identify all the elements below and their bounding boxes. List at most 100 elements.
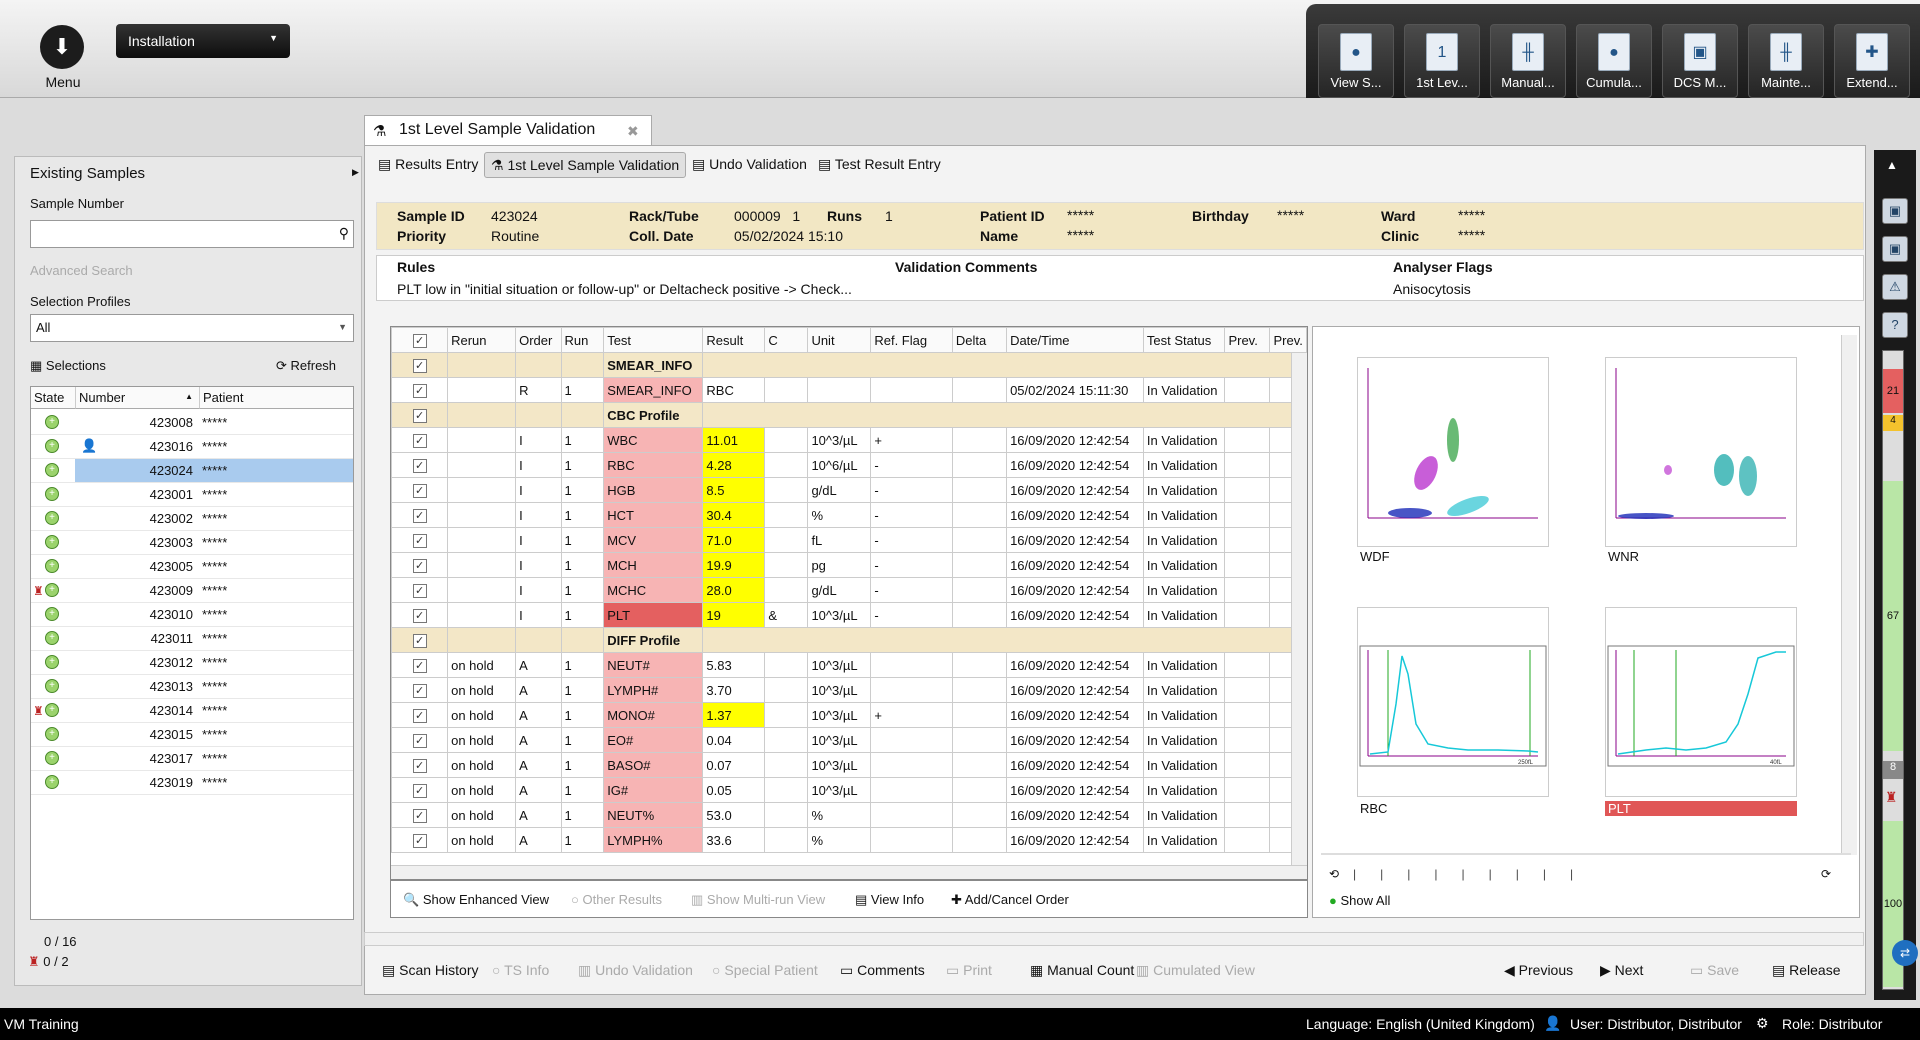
wnr-scattergram[interactable] [1605,357,1797,547]
result-cell[interactable]: 19.9 [702,552,766,578]
release-button[interactable]: ▤ Release [1772,962,1841,979]
special-patient-button[interactable]: ○ Special Patient [712,962,818,978]
result-cell[interactable]: 4.28 [702,452,766,478]
sample-row[interactable]: + 👤 423016 ***** [31,435,353,459]
app-extend[interactable]: ✚ Extend... [1834,24,1910,98]
show-all-button[interactable]: ● Show All [1329,893,1390,908]
sample-row[interactable]: +423005 ***** [31,555,353,579]
results-entry-button[interactable]: ▤ Results Entry [372,152,484,178]
rail-help-icon[interactable]: ? [1882,312,1908,338]
col-prev[interactable]: Prev. [1224,327,1271,353]
result-cell[interactable]: 53.0 [702,802,766,828]
sample-row[interactable]: +423017 ***** [31,747,353,771]
sample-row[interactable]: +423003 ***** [31,531,353,555]
group-row[interactable]: ✓ SMEAR_INFO [391,352,1307,378]
row-checkbox[interactable]: ✓ [391,377,449,403]
result-row[interactable]: ✓ I 1 HGB 8.5 g/dL - 16/09/2020 12:42:54 In Vali… [391,477,1307,503]
group-row[interactable]: ✓ CBC Profile [391,402,1307,428]
result-row[interactable]: ✓ R 1 SMEAR_INFO RBC 05/02/2024 15:11:30 In Va… [391,377,1307,403]
row-checkbox[interactable]: ✓ [391,702,449,728]
doc-tab[interactable]: ⚗ 1st Level Sample Validation ✖ [364,115,652,145]
test-result-entry-button[interactable]: ▤ Test Result Entry [812,152,947,178]
col-state[interactable]: State [31,387,75,409]
result-row[interactable]: ✓ I 1 MCV 71.0 fL - 16/09/2020 12:42:54 In Valid… [391,527,1307,553]
refresh-button[interactable]: ⟳ Refresh [276,358,336,374]
result-row[interactable]: ✓ on hold A 1 NEUT# 5.83 10^3/µL 16/09/2020 12:… [391,652,1307,678]
menu-button[interactable]: ⬇ [40,25,84,69]
col-test[interactable]: Test [603,327,704,353]
comments-button[interactable]: ▭ Comments [840,962,925,979]
sample-row[interactable]: +423012 ***** [31,651,353,675]
scan-history-button[interactable]: ▤ Scan History [382,962,478,979]
row-checkbox[interactable]: ✓ [391,602,449,628]
row-checkbox[interactable]: ✓ [391,677,449,703]
rail-network-icon[interactable]: ▣ [1882,236,1908,262]
result-cell[interactable]: 8.5 [702,477,766,503]
sample-row[interactable]: +423011 ***** [31,627,353,651]
app-first-level[interactable]: 1 1st Lev... [1404,24,1480,98]
result-cell[interactable]: 33.6 [702,827,766,853]
sample-row[interactable]: ♜ +423014 ***** [31,699,353,723]
group-row[interactable]: ✓ DIFF Profile [391,627,1307,653]
rbc-histogram[interactable]: 250fL [1357,607,1549,797]
sample-row[interactable]: ♜ +423009 ***** [31,579,353,603]
result-cell[interactable]: 0.05 [702,777,766,803]
row-checkbox[interactable]: ✓ [391,627,449,653]
add-cancel-order-button[interactable]: ✚ Add/Cancel Order [951,892,1069,908]
row-checkbox[interactable]: ✓ [391,777,449,803]
result-cell[interactable]: 30.4 [702,502,766,528]
col-date-time[interactable]: Date/Time [1006,327,1144,353]
result-row[interactable]: ✓ I 1 RBC 4.28 10^6/µL - 16/09/2020 12:42:54 In … [391,452,1307,478]
plt-histogram[interactable]: 40fL [1605,607,1797,797]
show-multi-run-view-button[interactable]: ▥ Show Multi-run View [691,892,825,908]
row-checkbox[interactable]: ✓ [391,727,449,753]
selection-profile-select[interactable]: All ▼ [30,314,354,342]
result-cell[interactable]: RBC [702,377,766,403]
grid-vscrollbar[interactable] [1291,353,1307,871]
close-icon[interactable]: ✖ [627,123,639,140]
col-delta[interactable]: Delta [951,327,1008,353]
col-result[interactable]: Result [702,327,766,353]
result-row[interactable]: ✓ on hold A 1 LYMPH# 3.70 10^3/µL 16/09/2020 12… [391,677,1307,703]
result-row[interactable]: ✓ on hold A 1 BASO# 0.07 10^3/µL 16/09/2020 12:… [391,752,1307,778]
result-row[interactable]: ✓ on hold A 1 IG# 0.05 10^3/µL 16/09/2020 12:42… [391,777,1307,803]
grid-hscrollbar[interactable] [391,865,1307,879]
col-rerun[interactable]: Rerun [447,327,517,353]
col-c[interactable]: C [764,327,809,353]
result-row[interactable]: ✓ I 1 HCT 30.4% - 16/09/2020 12:42:54 In Valida… [391,502,1307,528]
row-checkbox[interactable]: ✓ [391,752,449,778]
col-run[interactable]: Run [560,327,605,353]
sample-row[interactable]: +423002 ***** [31,507,353,531]
remote-support-icon[interactable]: ⇄ [1892,940,1918,966]
row-checkbox[interactable]: ✓ [391,502,449,528]
result-row[interactable]: ✓ I 1 MCH 19.9 pg - 16/09/2020 12:42:54 In Valid… [391,552,1307,578]
show-enhanced-view-button[interactable]: 🔍 Show Enhanced View [403,892,549,908]
app-dcs[interactable]: ▣ DCS M... [1662,24,1738,98]
installation-dropdown[interactable]: Installation ▼ [116,24,290,58]
print-button[interactable]: ▭ Print [946,962,992,979]
col-ref-flag[interactable]: Ref. Flag [870,327,953,353]
row-checkbox[interactable]: ✓ [391,802,449,828]
sample-row[interactable]: +423001 ***** [31,483,353,507]
result-cell[interactable]: 19 [702,602,766,628]
col-prev-2[interactable]: Prev. [1269,327,1307,353]
rail-analyser-icon[interactable]: ▣ [1882,198,1908,224]
result-cell[interactable]: 0.04 [702,727,766,753]
col-patient[interactable]: Patient [199,387,353,409]
col-check[interactable]: ✓ [391,327,449,353]
collapse-arrow-icon[interactable]: ▶ [352,167,359,178]
row-checkbox[interactable]: ✓ [391,452,449,478]
next-button[interactable]: ▶ Next [1600,962,1643,979]
result-cell[interactable]: 3.70 [702,677,766,703]
row-checkbox[interactable]: ✓ [391,827,449,853]
app-view-samples[interactable]: ● View S... [1318,24,1394,98]
col-order[interactable]: Order [515,327,562,353]
sample-row[interactable]: +423019 ***** [31,771,353,795]
result-row[interactable]: ✓ on hold A 1 LYMPH% 33.6% 16/09/2020 12:42:54… [391,827,1307,853]
view-info-button[interactable]: ▤ View Info [855,892,924,908]
other-results-button[interactable]: ○ Other Results [571,892,662,907]
result-row[interactable]: ✓ I 1 WBC 11.01 10^3/µL +16/09/2020 12:42:54 In… [391,427,1307,453]
wdf-scattergram[interactable] [1357,357,1549,547]
result-row[interactable]: ✓ on hold A 1 NEUT% 53.0% 16/09/2020 12:42:54 I… [391,802,1307,828]
selections-button[interactable]: ▦ Selections [30,358,106,374]
